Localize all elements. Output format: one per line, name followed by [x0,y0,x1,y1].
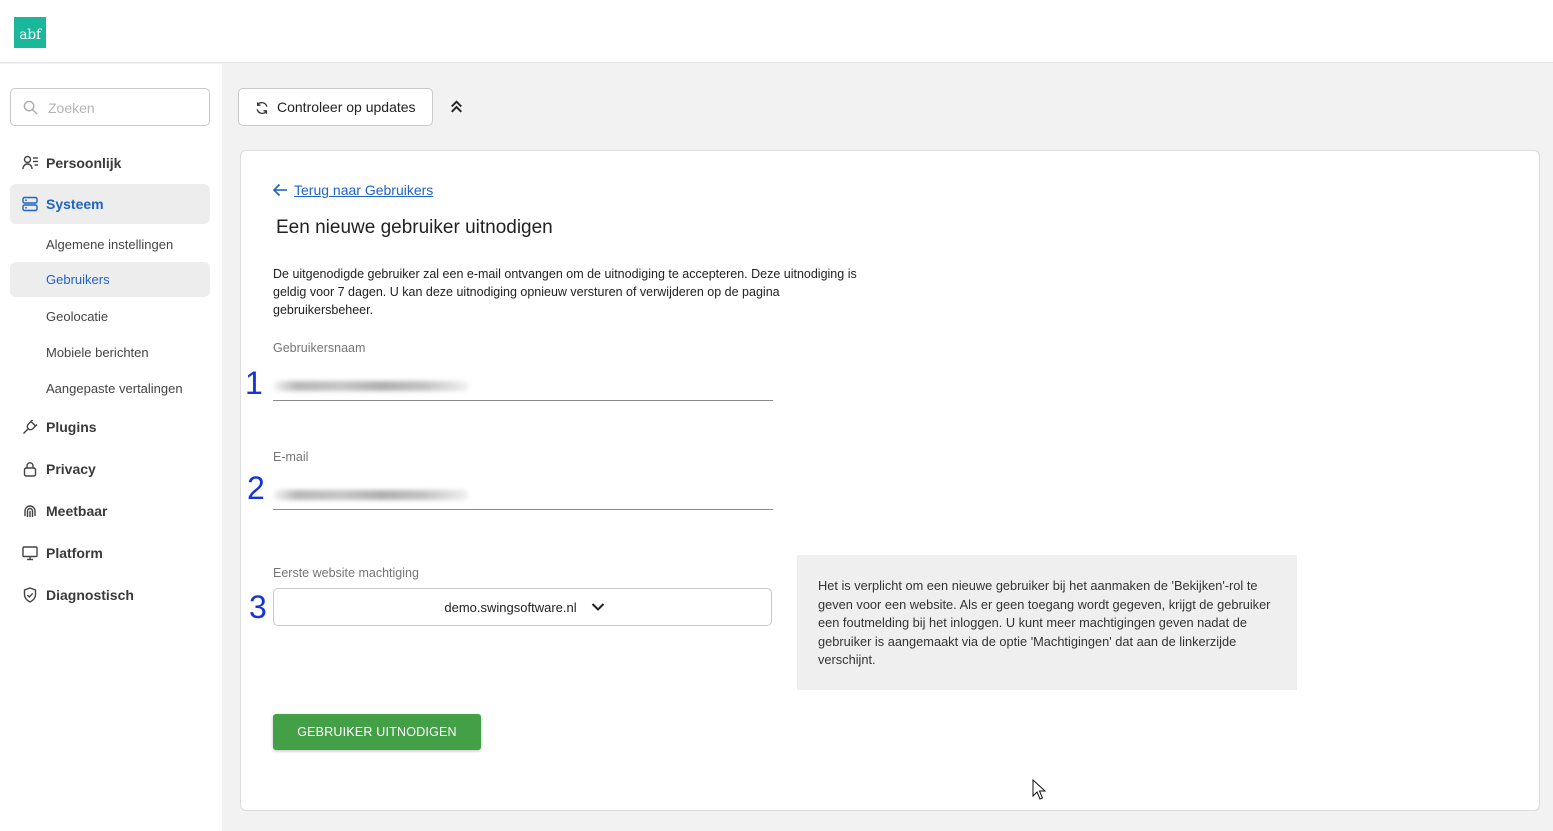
username-label: Gebruikersnaam [273,341,366,355]
website-permission-select[interactable]: demo.swingsoftware.nl [273,588,772,626]
logo[interactable]: abf [14,17,46,48]
sidebar-item-privacy[interactable]: Privacy [10,449,210,489]
sidebar-item-meetbaar[interactable]: Meetbaar [10,491,210,531]
sidebar-item-label: Diagnostisch [46,587,134,603]
user-list-icon [22,155,38,170]
plug-icon [23,419,38,434]
back-link-label: Terug naar Gebruikers [294,182,434,198]
invite-user-button[interactable]: GEBRUIKER UITNODIGEN [273,714,481,750]
sidebar-item-diagnostisch[interactable]: Diagnostisch [10,575,210,615]
sidebar-subitem-label: Gebruikers [46,272,110,287]
sidebar-item-label: Meetbaar [46,503,108,519]
sidebar-subitem-label: Aangepaste vertalingen [46,381,183,396]
step-marker-1: 1 [245,365,263,401]
sidebar-subitem-label: Geolocatie [46,309,109,324]
sidebar-item-label: Platform [46,545,103,561]
mouse-cursor-icon [1032,779,1046,800]
sidebar-item-label: Privacy [46,461,96,477]
search-icon [23,100,38,115]
select-value: demo.swingsoftware.nl [444,600,577,615]
sidebar-subitem-algemene-instellingen[interactable]: Algemene instellingen [10,227,210,262]
search-input[interactable] [48,97,198,119]
email-label: E-mail [273,450,309,464]
sidebar-subitem-aangepaste-vertalingen[interactable]: Aangepaste vertalingen [10,371,210,406]
sidebar-item-label: Systeem [46,196,104,212]
check-updates-button[interactable]: Controleer op updates [238,88,433,126]
blurred-value [273,381,469,391]
sidebar-subitem-gebruikers[interactable]: Gebruikers [10,262,210,297]
sidebar-item-persoonlijk[interactable]: Persoonlijk [10,143,210,183]
monitor-icon [22,546,38,561]
sidebar-item-platform[interactable]: Platform [10,533,210,573]
lock-icon [23,462,37,477]
sidebar-item-systeem[interactable]: Systeem [10,184,210,224]
username-field[interactable] [273,371,773,401]
step-marker-2: 2 [247,470,265,506]
arrow-left-icon [272,183,287,197]
blurred-value [273,490,469,500]
search-box[interactable] [10,88,210,126]
sidebar-subitem-geolocatie[interactable]: Geolocatie [10,299,210,334]
sidebar-subitem-label: Mobiele berichten [46,345,149,360]
top-bar: abf [0,0,1553,63]
sidebar-subitem-mobiele-berichten[interactable]: Mobiele berichten [10,335,210,370]
server-icon [22,196,38,212]
refresh-icon [256,102,268,114]
email-field[interactable] [273,480,773,510]
sidebar: Persoonlijk Systeem Algemene instellinge… [0,64,222,831]
sidebar-item-label: Plugins [46,419,97,435]
invite-description: De uitgenodigde gebruiker zal een e-mail… [273,267,857,317]
step-marker-3: 3 [249,589,267,625]
chevron-down-icon [591,603,605,611]
shield-check-icon [23,587,37,603]
check-updates-label: Controleer op updates [277,99,416,115]
sidebar-item-plugins[interactable]: Plugins [10,407,210,447]
fingerprint-icon [24,505,36,517]
page-title: Een nieuwe gebruiker uitnodigen [276,217,553,238]
permission-label: Eerste website machtiging [273,566,419,580]
sidebar-subitem-label: Algemene instellingen [46,237,174,252]
sidebar-item-label: Persoonlijk [46,155,122,171]
info-box: Het is verplicht om een nieuwe gebruiker… [797,555,1297,690]
chevron-double-up-icon[interactable] [448,98,465,115]
